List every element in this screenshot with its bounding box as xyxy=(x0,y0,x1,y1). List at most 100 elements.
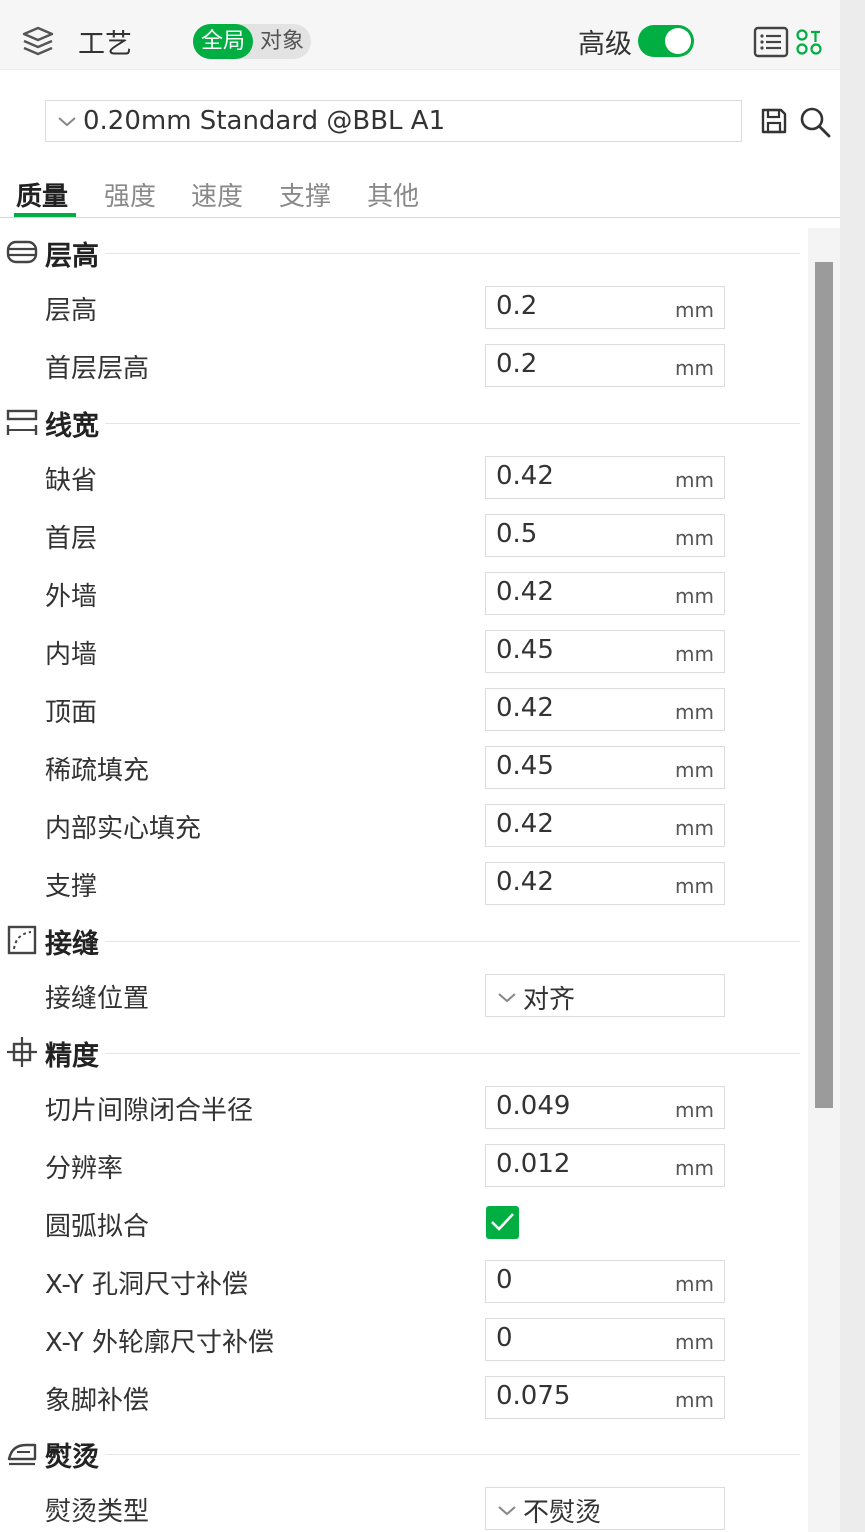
arc-fitting-checkbox[interactable] xyxy=(486,1206,519,1239)
ironing-type-select[interactable]: 不熨烫 xyxy=(485,1487,725,1530)
section-title-line-width: 线宽 xyxy=(45,411,99,442)
panel-header: 工艺 全局 对象 高级 xyxy=(0,0,840,70)
ironing-type-label: 熨烫类型 xyxy=(45,1497,150,1527)
advanced-label: 高级 xyxy=(578,29,632,60)
elephant-foot-compensation-label: 象脚补偿 xyxy=(45,1386,150,1416)
field-unit: mm xyxy=(675,758,714,782)
resolution-label: 分辨率 xyxy=(45,1154,124,1184)
outer-wall-line-width-label: 外墙 xyxy=(45,582,98,612)
slice-closing-radius-input[interactable]: 0.049 mm xyxy=(485,1086,725,1129)
inner-wall-line-width-label: 内墙 xyxy=(45,640,98,670)
advanced-switch[interactable] xyxy=(638,25,694,57)
process-preset-select[interactable]: 0.20mm Standard @BBL A1 xyxy=(45,100,742,142)
switch-knob xyxy=(665,28,691,54)
internal-solid-infill-line-width-label: 内部实心填充 xyxy=(45,814,202,844)
field-value: 0.45 xyxy=(496,751,554,781)
tab-strength[interactable]: 强度 xyxy=(104,176,156,213)
tab-quality[interactable]: 质量 xyxy=(16,176,68,213)
global-object-toggle[interactable]: 全局 对象 xyxy=(193,24,311,59)
chevron-down-icon xyxy=(498,1506,516,1516)
default-line-width-input[interactable]: 0.42 mm xyxy=(485,456,725,499)
field-value: 0.42 xyxy=(496,461,554,491)
field-value: 0.5 xyxy=(496,519,538,549)
section-divider xyxy=(105,423,800,424)
tab-support[interactable]: 支撑 xyxy=(279,176,331,213)
field-unit: mm xyxy=(675,642,714,666)
field-unit: mm xyxy=(675,1272,714,1296)
field-unit: mm xyxy=(675,526,714,550)
field-unit: mm xyxy=(675,816,714,840)
settings-tabs: 质量 强度 速度 支撑 其他 xyxy=(0,166,840,218)
select-value: 不熨烫 xyxy=(523,1498,602,1528)
seam-icon xyxy=(7,925,37,955)
scrollbar-thumb[interactable] xyxy=(815,262,833,1108)
field-value: 0.45 xyxy=(496,635,554,665)
field-unit: mm xyxy=(675,1388,714,1412)
section-divider xyxy=(105,1454,800,1455)
list-icon[interactable] xyxy=(753,26,789,58)
section-title-layer-height: 层高 xyxy=(45,241,99,272)
mode-object-button[interactable]: 对象 xyxy=(253,24,311,59)
support-line-width-input[interactable]: 0.42 mm xyxy=(485,862,725,905)
select-value: 对齐 xyxy=(523,985,576,1015)
section-divider xyxy=(105,253,800,254)
layer-height-icon xyxy=(6,240,38,264)
seam-position-label: 接缝位置 xyxy=(45,984,150,1014)
compare-icon[interactable] xyxy=(795,28,823,56)
mode-global-button[interactable]: 全局 xyxy=(193,24,253,59)
internal-solid-infill-line-width-input[interactable]: 0.42 mm xyxy=(485,804,725,847)
seam-position-select[interactable]: 对齐 xyxy=(485,974,725,1017)
search-icon[interactable] xyxy=(798,105,832,139)
check-icon xyxy=(491,1213,514,1231)
field-value: 0.2 xyxy=(496,349,538,379)
field-value: 0 xyxy=(496,1323,513,1353)
field-value: 0.2 xyxy=(496,291,538,321)
ironing-icon xyxy=(7,1443,37,1466)
section-divider xyxy=(105,941,800,942)
section-divider xyxy=(105,1053,800,1054)
resolution-input[interactable]: 0.012 mm xyxy=(485,1144,725,1187)
sparse-infill-line-width-input[interactable]: 0.45 mm xyxy=(485,746,725,789)
layer-height-label: 层高 xyxy=(45,296,98,326)
slice-closing-radius-label: 切片间隙闭合半径 xyxy=(45,1096,254,1126)
field-unit: mm xyxy=(675,298,714,322)
inner-wall-line-width-input[interactable]: 0.45 mm xyxy=(485,630,725,673)
tab-speed[interactable]: 速度 xyxy=(191,176,243,213)
outer-wall-line-width-input[interactable]: 0.42 mm xyxy=(485,572,725,615)
field-unit: mm xyxy=(675,1156,714,1180)
field-value: 0.075 xyxy=(496,1381,571,1411)
xy-contour-compensation-label: X-Y 外轮廓尺寸补偿 xyxy=(45,1328,274,1358)
section-title-seam: 接缝 xyxy=(45,929,99,960)
layers-icon[interactable] xyxy=(20,24,56,58)
elephant-foot-compensation-input[interactable]: 0.075 mm xyxy=(485,1376,725,1419)
layer-height-input[interactable]: 0.2 mm xyxy=(485,286,725,329)
field-unit: mm xyxy=(675,468,714,492)
default-line-width-label: 缺省 xyxy=(45,466,98,496)
initial-layer-height-input[interactable]: 0.2 mm xyxy=(485,344,725,387)
field-unit: mm xyxy=(675,700,714,724)
initial-layer-height-label: 首层层高 xyxy=(45,354,150,384)
chevron-down-icon xyxy=(58,117,76,127)
active-tab-indicator xyxy=(14,213,76,217)
support-line-width-label: 支撑 xyxy=(45,872,98,902)
field-value: 0.049 xyxy=(496,1091,571,1121)
initial-layer-line-width-label: 首层 xyxy=(45,524,98,554)
field-value: 0.42 xyxy=(496,577,554,607)
initial-layer-line-width-input[interactable]: 0.5 mm xyxy=(485,514,725,557)
xy-hole-compensation-input[interactable]: 0 mm xyxy=(485,1260,725,1303)
save-icon[interactable] xyxy=(760,107,788,135)
precision-icon xyxy=(7,1037,37,1067)
field-unit: mm xyxy=(675,356,714,380)
field-value: 0.012 xyxy=(496,1149,571,1179)
field-value: 0.42 xyxy=(496,809,554,839)
top-surface-line-width-input[interactable]: 0.42 mm xyxy=(485,688,725,731)
field-unit: mm xyxy=(675,874,714,898)
arc-fitting-label: 圆弧拟合 xyxy=(45,1212,150,1242)
chevron-down-icon xyxy=(498,993,516,1003)
field-unit: mm xyxy=(675,1098,714,1122)
tab-others[interactable]: 其他 xyxy=(367,176,419,213)
line-width-icon xyxy=(6,409,38,435)
section-title-precision: 精度 xyxy=(45,1041,99,1072)
preset-value: 0.20mm Standard @BBL A1 xyxy=(83,106,446,136)
xy-contour-compensation-input[interactable]: 0 mm xyxy=(485,1318,725,1361)
